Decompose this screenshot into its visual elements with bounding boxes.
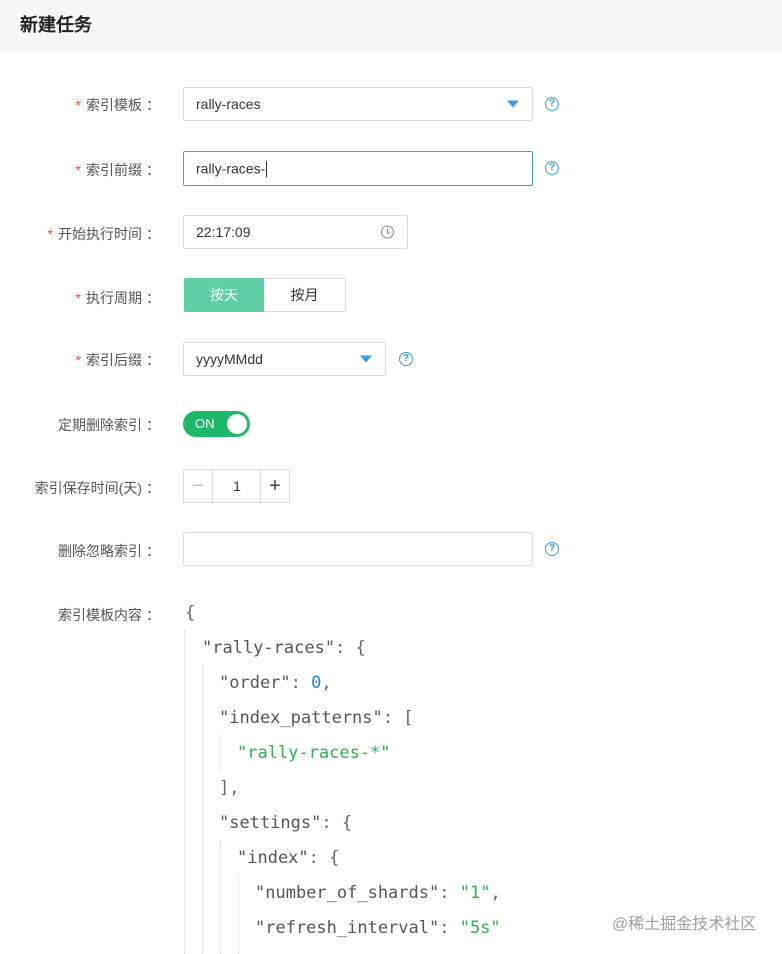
dropdown-arrow-icon: [360, 355, 372, 363]
index-template-select[interactable]: rally-races: [183, 87, 533, 121]
json-line: {: [185, 603, 196, 623]
index-prefix-input[interactable]: rally-races-: [183, 151, 533, 186]
retention-value[interactable]: 1: [213, 470, 261, 502]
page-header: 新建任务: [0, 0, 782, 51]
json-line: "index": {: [237, 848, 340, 868]
clock-icon: [381, 225, 394, 239]
dropdown-arrow-icon: [507, 100, 519, 108]
help-icon[interactable]: ?: [545, 542, 559, 556]
toggle-knob: [227, 414, 247, 434]
indent-guide: [202, 665, 203, 954]
help-icon[interactable]: ?: [399, 352, 413, 366]
json-line: "settings": {: [219, 813, 353, 833]
index-suffix-label: * 索引后缀：: [75, 352, 160, 368]
json-line: ],: [219, 778, 240, 798]
ignore-delete-label: 删除忽略索引：: [58, 543, 160, 559]
json-line: "number_of_shards": "1",: [255, 883, 501, 903]
help-icon[interactable]: ?: [545, 97, 559, 111]
decrement-button[interactable]: −: [184, 470, 213, 502]
period-label: * 执行周期：: [75, 290, 160, 306]
increment-button[interactable]: +: [260, 470, 289, 502]
period-monthly-button[interactable]: 按月: [264, 278, 346, 312]
json-line: "rally-races": {: [202, 638, 366, 658]
json-line: "refresh_interval": "5s": [255, 918, 501, 938]
period-daily-button[interactable]: 按天: [184, 278, 264, 312]
indent-guide: [184, 630, 185, 954]
start-time-label: * 开始执行时间：: [47, 226, 160, 242]
delete-index-toggle[interactable]: ON: [183, 411, 250, 437]
retention-stepper[interactable]: − 1 +: [183, 469, 290, 503]
watermark: @稀土掘金技术社区: [612, 916, 757, 933]
index-prefix-label: * 索引前缀：: [75, 162, 160, 178]
retention-label: 索引保存时间(天)：: [34, 480, 160, 496]
ignore-delete-input[interactable]: [183, 532, 533, 566]
index-suffix-select[interactable]: yyyyMMdd: [183, 342, 386, 376]
delete-toggle-label: 定期删除索引：: [58, 417, 160, 433]
indent-guide: [220, 840, 221, 954]
json-line: "order": 0,: [219, 673, 332, 693]
start-time-picker[interactable]: 22:17:09: [183, 215, 408, 249]
json-line: "index_patterns": [: [219, 708, 414, 728]
json-line: "rally-races-*": [237, 743, 391, 763]
page-title: 新建任务: [20, 15, 92, 35]
text-cursor: [266, 161, 268, 178]
indent-guide: [220, 735, 221, 771]
help-icon[interactable]: ?: [545, 161, 559, 175]
template-content-label: 索引模板内容：: [58, 607, 160, 623]
index-template-label: * 索引模板：: [75, 97, 160, 113]
indent-guide: [238, 875, 239, 954]
